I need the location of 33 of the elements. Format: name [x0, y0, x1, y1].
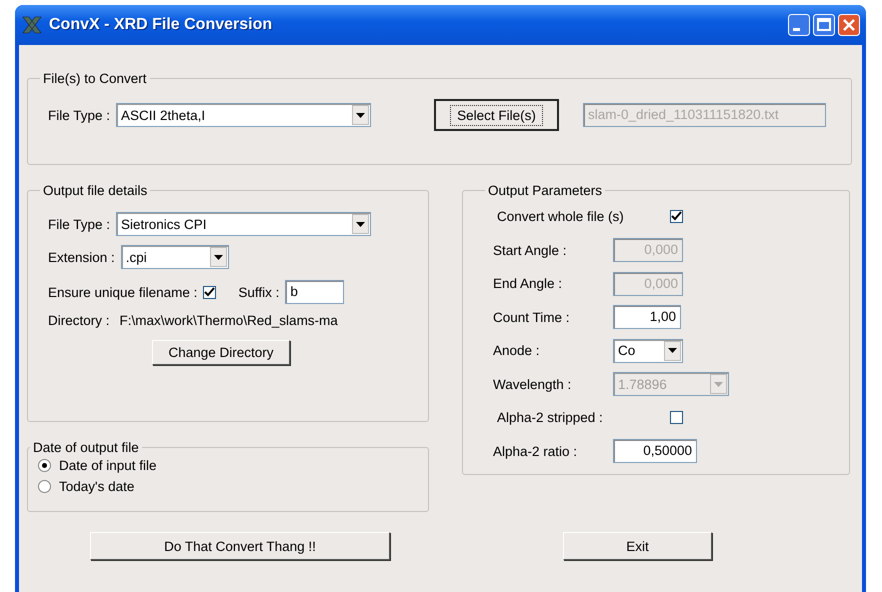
parameter-label: Start Angle : — [493, 242, 568, 258]
parameter-label: Count Time : — [493, 310, 571, 325]
file-type-dropdown[interactable]: ASCII 2theta,I — [116, 103, 372, 127]
change-directory-button[interactable]: Change Directory — [152, 340, 290, 365]
parameter-dropdown[interactable]: Co — [613, 338, 683, 363]
suffix-label: Suffix : — [238, 284, 280, 300]
extension-label: Extension : — [48, 250, 115, 264]
select-files-button[interactable]: Select File(s) — [434, 99, 560, 131]
parameter-label: Anode : — [493, 343, 541, 358]
parameter-label: Alpha-2 ratio : — [493, 444, 578, 459]
parameter-field[interactable]: 1,00 — [613, 305, 681, 330]
file-type-label: File Type : — [48, 216, 110, 232]
action-button[interactable]: Do That Convert Thang !! — [90, 532, 390, 560]
directory-path: F:\max\work\Thermo\Red_slams-ma — [120, 313, 338, 328]
radio-label[interactable]: Today's date — [59, 479, 134, 494]
parameter-label: Convert whole file (s) — [496, 209, 625, 224]
group-title: Output Parameters — [487, 183, 604, 198]
file-type-dropdown[interactable]: Sietronics CPI — [116, 212, 372, 236]
group-title: Output file details — [42, 183, 148, 198]
action-button[interactable]: Exit — [563, 532, 712, 560]
group-title: Date of output file — [32, 440, 140, 455]
group-title: File(s) to Convert — [42, 71, 148, 86]
parameter-label: End Angle : — [493, 276, 564, 292]
ensure-unique-label: Ensure unique filename : — [48, 284, 198, 300]
parameter-label: Alpha-2 stripped : — [496, 410, 604, 426]
window-title: ConvX - XRD File Conversion — [49, 16, 272, 34]
parameter-field[interactable]: 0,50000 — [613, 439, 697, 464]
extension-dropdown[interactable]: .cpi — [120, 245, 229, 269]
radio-label[interactable]: Date of input file — [59, 458, 157, 473]
directory-label: Directory : — [48, 313, 110, 328]
file-type-label: File Type : — [48, 108, 110, 122]
parameter-label: Wavelength : — [493, 376, 572, 392]
suffix-field[interactable]: b — [285, 280, 344, 304]
